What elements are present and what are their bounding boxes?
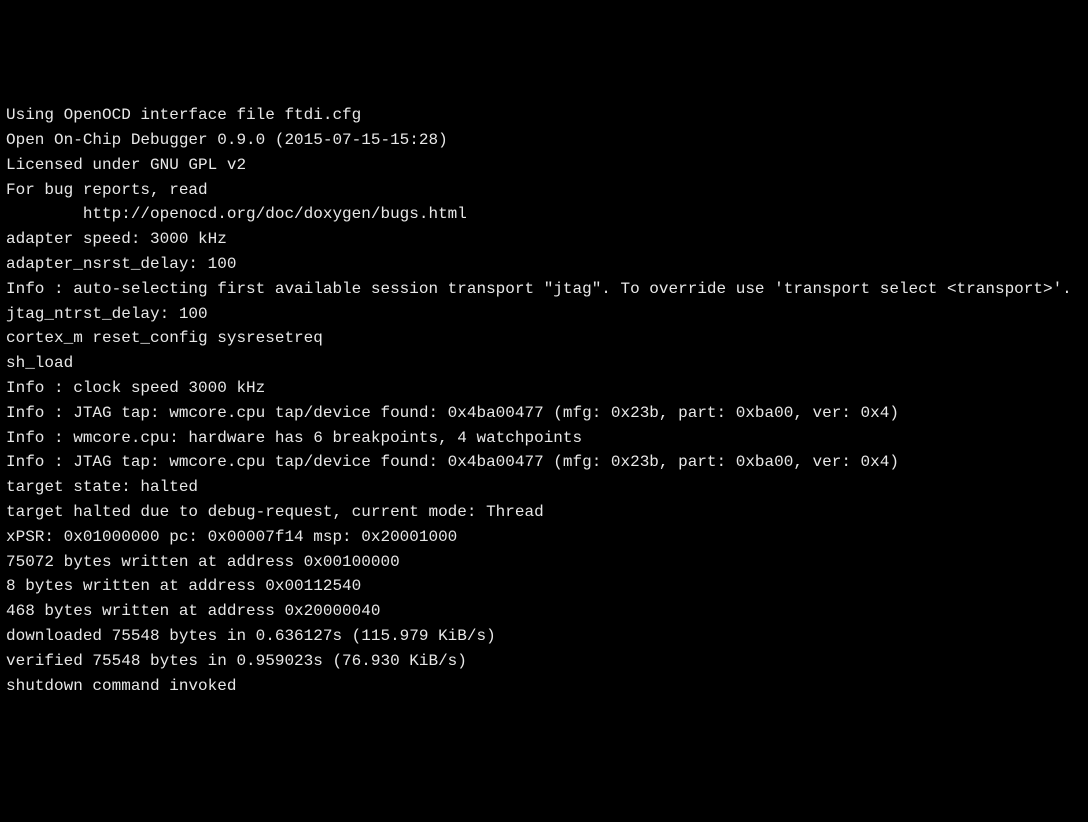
terminal-line: jtag_ntrst_delay: 100 (6, 302, 1082, 327)
terminal-line: Info : JTAG tap: wmcore.cpu tap/device f… (6, 450, 1082, 475)
terminal-line: Info : auto-selecting first available se… (6, 277, 1082, 302)
terminal-line: target state: halted (6, 475, 1082, 500)
terminal-line: Info : JTAG tap: wmcore.cpu tap/device f… (6, 401, 1082, 426)
terminal-line: Open On-Chip Debugger 0.9.0 (2015-07-15-… (6, 128, 1082, 153)
terminal-line: downloaded 75548 bytes in 0.636127s (115… (6, 624, 1082, 649)
terminal-line: shutdown command invoked (6, 674, 1082, 699)
terminal-line: 468 bytes written at address 0x20000040 (6, 599, 1082, 624)
terminal-line: verified 75548 bytes in 0.959023s (76.93… (6, 649, 1082, 674)
terminal-line: Info : wmcore.cpu: hardware has 6 breakp… (6, 426, 1082, 451)
terminal-line: Licensed under GNU GPL v2 (6, 153, 1082, 178)
terminal-output: Using OpenOCD interface file ftdi.cfgOpe… (6, 103, 1082, 698)
terminal-line: Using OpenOCD interface file ftdi.cfg (6, 103, 1082, 128)
terminal-line: 75072 bytes written at address 0x0010000… (6, 550, 1082, 575)
terminal-line: For bug reports, read (6, 178, 1082, 203)
terminal-line: cortex_m reset_config sysresetreq (6, 326, 1082, 351)
terminal-line: http://openocd.org/doc/doxygen/bugs.html (6, 202, 1082, 227)
terminal-line: adapter speed: 3000 kHz (6, 227, 1082, 252)
terminal-line: adapter_nsrst_delay: 100 (6, 252, 1082, 277)
terminal-line: target halted due to debug-request, curr… (6, 500, 1082, 525)
terminal-line: xPSR: 0x01000000 pc: 0x00007f14 msp: 0x2… (6, 525, 1082, 550)
terminal-line: Info : clock speed 3000 kHz (6, 376, 1082, 401)
terminal-line: 8 bytes written at address 0x00112540 (6, 574, 1082, 599)
terminal-line: sh_load (6, 351, 1082, 376)
